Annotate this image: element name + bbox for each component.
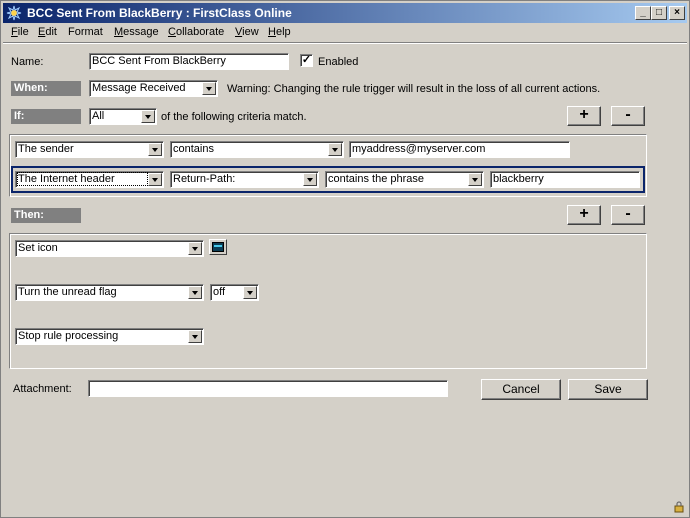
when-section-tag: When: [11,81,81,96]
enabled-label: Enabled [318,56,359,68]
menu-message[interactable]: Message [114,26,159,38]
chevron-down-icon[interactable] [148,143,162,156]
action-1-select[interactable]: Set icon [15,240,204,257]
criterion-1-field-select[interactable]: The sender [15,141,164,158]
menu-help[interactable]: Help [268,26,291,38]
window-title: BCC Sent From BlackBerry : FirstClass On… [27,6,292,20]
attachment-label: Attachment: [13,383,72,395]
menu-message-key: M [114,26,124,38]
criterion-2-operator: contains the phrase [328,173,425,185]
title-bar[interactable]: BCC Sent From BlackBerry : FirstClass On… [3,3,687,23]
criterion-1-value-input[interactable]: myaddress@myserver.com [349,141,570,158]
menu-collaborate[interactable]: Collaborate [168,26,224,38]
chevron-down-icon[interactable] [188,286,202,299]
action-2-select[interactable]: Turn the unread flag [15,284,204,301]
action-1-value: Set icon [18,242,58,254]
menu-separator [3,42,687,44]
criterion-1-operator-select[interactable]: contains [170,141,344,158]
terminal-icon[interactable] [209,239,227,255]
trigger-value: Message Received [92,82,186,94]
enabled-checkbox[interactable]: ✓ [300,54,313,67]
menu-view[interactable]: View [235,26,259,38]
menu-collaborate-label: ollaborate [175,26,225,38]
chevron-down-icon[interactable] [141,110,155,123]
chevron-down-icon[interactable] [468,173,482,186]
criterion-2-field: The Internet header [17,172,148,186]
then-section-tag: Then: [11,208,81,223]
match-select[interactable]: All [89,108,157,125]
criterion-2-header: Return-Path: [173,173,236,185]
criterion-2-operator-select[interactable]: contains the phrase [325,171,484,188]
menu-format[interactable]: Format [68,26,103,38]
trigger-select[interactable]: Message Received [89,80,218,97]
name-label: Name: [11,56,44,68]
unread-flag-select[interactable]: off [210,284,259,301]
action-3-value: Stop rule processing [18,330,119,342]
chevron-down-icon[interactable] [243,286,257,299]
remove-criterion-button[interactable]: - [611,106,645,126]
lock-icon [674,501,684,513]
firstclass-app-icon[interactable] [6,5,22,21]
chevron-down-icon[interactable] [148,173,162,186]
minimize-button[interactable]: _ [635,6,651,20]
criterion-2-header-select[interactable]: Return-Path: [170,171,319,188]
rule-name-input[interactable]: BCC Sent From BlackBerry [89,53,289,70]
add-action-button[interactable]: + [567,205,601,225]
menu-help-key: H [268,26,276,38]
criterion-2-value-input[interactable]: blackberry [490,171,640,188]
menu-file-key: F [11,26,18,38]
menu-collaborate-key: C [168,26,176,38]
unread-flag-value: off [213,286,226,298]
attachment-input[interactable] [88,380,448,397]
criterion-2-field-select[interactable]: The Internet header [15,171,164,188]
menu-message-label: essage [123,26,159,38]
menu-format-label: Format [68,26,103,38]
menu-file[interactable]: File [11,26,29,38]
chevron-down-icon[interactable] [202,82,216,95]
menu-view-label: iew [242,26,259,38]
remove-action-button[interactable]: - [611,205,645,225]
action-2-value: Turn the unread flag [18,286,117,298]
chevron-down-icon[interactable] [188,330,202,343]
save-button[interactable]: Save [568,379,648,400]
menu-edit-label: dit [45,26,57,38]
action-3-select[interactable]: Stop rule processing [15,328,204,345]
criterion-1-operator: contains [173,143,214,155]
maximize-button[interactable]: □ [651,6,667,20]
chevron-down-icon[interactable] [328,143,342,156]
chevron-down-icon[interactable] [188,242,202,255]
criteria-match-text: of the following criteria match. [161,111,307,123]
terminal-icon-screen [212,242,224,252]
rule-editor-window: BCC Sent From BlackBerry : FirstClass On… [0,0,690,518]
menu-help-label: elp [275,26,291,38]
add-criterion-button[interactable]: + [567,106,601,126]
if-section-tag: If: [11,109,81,124]
menu-edit[interactable]: Edit [38,26,57,38]
trigger-warning: Warning: Changing the rule trigger will … [227,83,601,95]
close-button[interactable]: × [669,6,685,20]
cancel-button[interactable]: Cancel [481,379,561,400]
menu-bar: File Edit Format Message Collaborate Vie… [3,24,687,42]
chevron-down-icon[interactable] [303,173,317,186]
menu-file-label: ile [17,26,29,38]
match-value: All [92,110,105,122]
criterion-1-field: The sender [18,143,74,155]
